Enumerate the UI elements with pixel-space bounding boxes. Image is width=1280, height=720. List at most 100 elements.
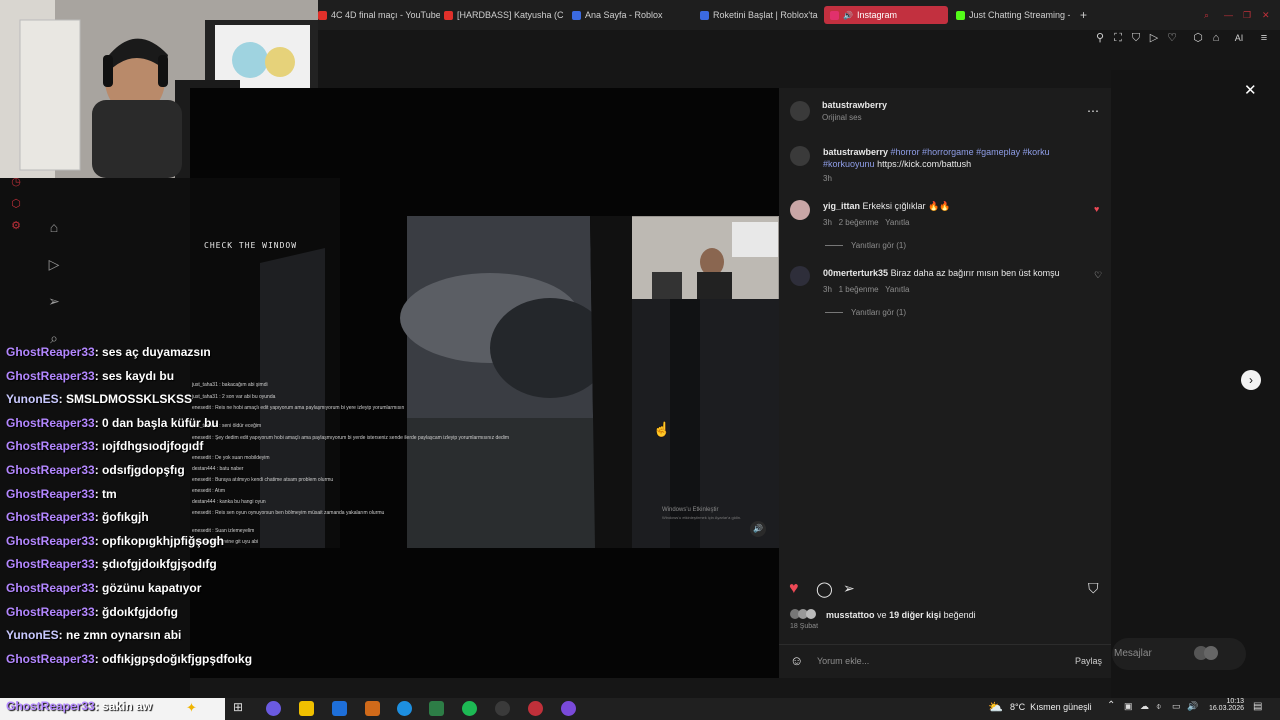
weather-widget[interactable]: 8°C Kısmen güneşli [1010,702,1092,712]
youtube-icon [444,10,453,20]
send-icon[interactable]: ➢ [46,293,62,309]
extension-icon[interactable]: ⬡ [10,198,22,210]
comment-avatar[interactable] [790,200,810,220]
tab-kick[interactable]: Just Chatting Streaming - [956,6,1070,24]
comment-user[interactable]: yig_ittan [823,201,860,211]
play-icon[interactable]: ▷ [1148,32,1160,44]
tray-icon[interactable]: ▣ [1124,701,1133,712]
chat-username: GhostReaper33 [6,463,95,477]
pin-icon[interactable]: ⚲ [1094,32,1106,44]
liked-by-user[interactable]: musstattoo [826,610,875,620]
close-icon[interactable]: ✕ [1262,6,1274,24]
chat-username: GhostReaper33 [6,699,95,713]
opera-gx-icon[interactable] [528,701,543,716]
comment-user[interactable]: 00merterturk35 [823,268,888,278]
new-tab-button[interactable]: + [1080,6,1092,24]
microphone-icon[interactable]: ⌽ [1156,701,1161,712]
notification-icon[interactable]: ▤ [1253,701,1262,712]
comment-avatar[interactable] [790,266,810,286]
search-icon[interactable]: ⌕ [1204,6,1216,24]
tab-youtube-final[interactable]: 4C 4D final maçı - YouTube [318,6,440,24]
post-author[interactable]: batustrawberry [822,100,887,110]
maximize-icon[interactable]: ❐ [1243,6,1255,24]
liked-by-count[interactable]: 19 diğer kişi [889,610,941,620]
volume-icon[interactable]: 🔊 [1187,701,1198,712]
game-hint-text: CHECK THE WINDOW [204,241,298,250]
app-icon[interactable] [561,701,576,716]
copilot-icon[interactable] [266,701,281,716]
divider [779,644,1111,645]
app-icon[interactable] [429,701,444,716]
heart-icon[interactable]: ♡ [1166,32,1178,44]
comment-icon[interactable]: ◯ [816,580,833,598]
comment-like-icon[interactable]: ♡ [1094,270,1102,281]
chat-text: : gözünu kapatıyor [94,581,202,595]
caption-avatar[interactable] [790,146,810,166]
settings-icon[interactable]: ⚙ [10,220,22,232]
speaker-icon: 🔊 [843,10,853,20]
bookmark-icon[interactable]: ⛉ [1088,580,1099,597]
reels-icon[interactable]: ▷ [46,256,62,272]
author-avatar[interactable] [790,101,810,121]
chat-message: GhostReaper33: opfıkopıgkhjpfiğşogh [6,534,224,548]
more-options-icon[interactable]: ⋯ [1087,104,1100,118]
chat-text: : SMSLDMOSSKLSKSS [58,392,193,406]
edge-icon[interactable] [397,701,412,716]
chat-text: : ğofıkgjh [94,510,149,524]
next-post-icon[interactable]: › [1241,370,1261,390]
reply-link[interactable]: Yanıtla [885,285,909,294]
spotify-icon[interactable] [462,701,477,716]
comment-likes[interactable]: 1 beğenme [839,285,879,294]
comment-like-icon[interactable]: ♥ [1094,204,1099,214]
task-view-icon[interactable]: ⊞ [233,700,243,714]
network-icon[interactable]: ▭ [1172,701,1181,712]
chat-text: : odfıkjgpşdoğıkfjgpşdfoıkg [94,652,253,666]
app-icon[interactable] [365,701,380,716]
view-replies[interactable]: Yanıtları gör (1) [825,308,906,317]
chat-username: GhostReaper33 [6,605,95,619]
mute-toggle-icon[interactable]: 🔊 [750,521,766,537]
emoji-icon[interactable]: ☺ [790,653,803,668]
view-replies[interactable]: Yanıtları gör (1) [825,241,906,250]
home-icon[interactable]: ⌂ [46,219,62,235]
comment-likes[interactable]: 2 beğenme [839,218,879,227]
chat-text: : tm [94,487,117,501]
caption-link[interactable]: https://kick.com/battush [877,159,971,169]
instagram-post-panel: batustrawberry Orijinal ses ⋯ batustrawb… [779,88,1111,678]
file-explorer-icon[interactable] [299,701,314,716]
post-audio[interactable]: Orijinal ses [822,113,862,122]
comment-input[interactable]: Yorum ekle... [817,656,869,666]
store-icon[interactable] [332,701,347,716]
chevron-up-icon[interactable]: ⌃ [1107,700,1115,711]
screenshot-icon[interactable]: ⛶ [1112,32,1124,44]
caption-hashtags[interactable]: #horror #horrorgame #gameplay #korku [891,147,1050,157]
close-icon[interactable]: ✕ [1244,81,1257,99]
tab-roblox-rocket[interactable]: Roketini Başlat | Roblox'ta [700,6,818,24]
chat-message: GhostReaper33: sakin aw [6,699,152,713]
caption-hashtag-2[interactable]: #korkuoyunu [823,159,875,169]
extensions-icon[interactable]: ⬡ [1192,32,1204,44]
messages-button[interactable]: Mesajlar [1112,638,1246,670]
like-icon[interactable]: ♥ [789,580,799,598]
tab-instagram[interactable]: 🔊 Instagram [824,6,948,24]
minimize-icon[interactable]: — [1224,6,1236,24]
tab-youtube-hardbass[interactable]: [HARDBASS] Katyusha (C [444,6,564,24]
weather-icon[interactable]: ⛅ [988,700,1003,714]
taskbar-search-box[interactable]: GhostReaper33: sakin aw ✦ [0,698,225,720]
chat-message: GhostReaper33: ıojfdhgsıodjfogıdf [6,439,203,453]
shield-icon[interactable]: ⛉ [1130,32,1142,44]
obs-icon[interactable] [495,701,510,716]
share-icon[interactable]: ➢ [843,580,855,597]
tab-roblox-home[interactable]: Ana Sayfa - Roblox [572,6,692,24]
clock[interactable]: 10:13 16.03.2026 [1204,698,1244,712]
tray-icon[interactable]: ☁ [1140,701,1149,712]
reply-link[interactable]: Yanıtla [885,218,909,227]
youtube-icon [318,10,327,20]
caption-user[interactable]: batustrawberry [823,147,888,157]
pip-webcam [632,217,778,299]
ai-icon[interactable]: AI [1230,32,1248,44]
chat-username: GhostReaper33 [6,439,95,453]
menu-icon[interactable]: ≡ [1258,32,1270,44]
share-comment-button[interactable]: Paylaş [1075,656,1102,666]
lock-icon[interactable]: ⌂ [1210,32,1222,44]
